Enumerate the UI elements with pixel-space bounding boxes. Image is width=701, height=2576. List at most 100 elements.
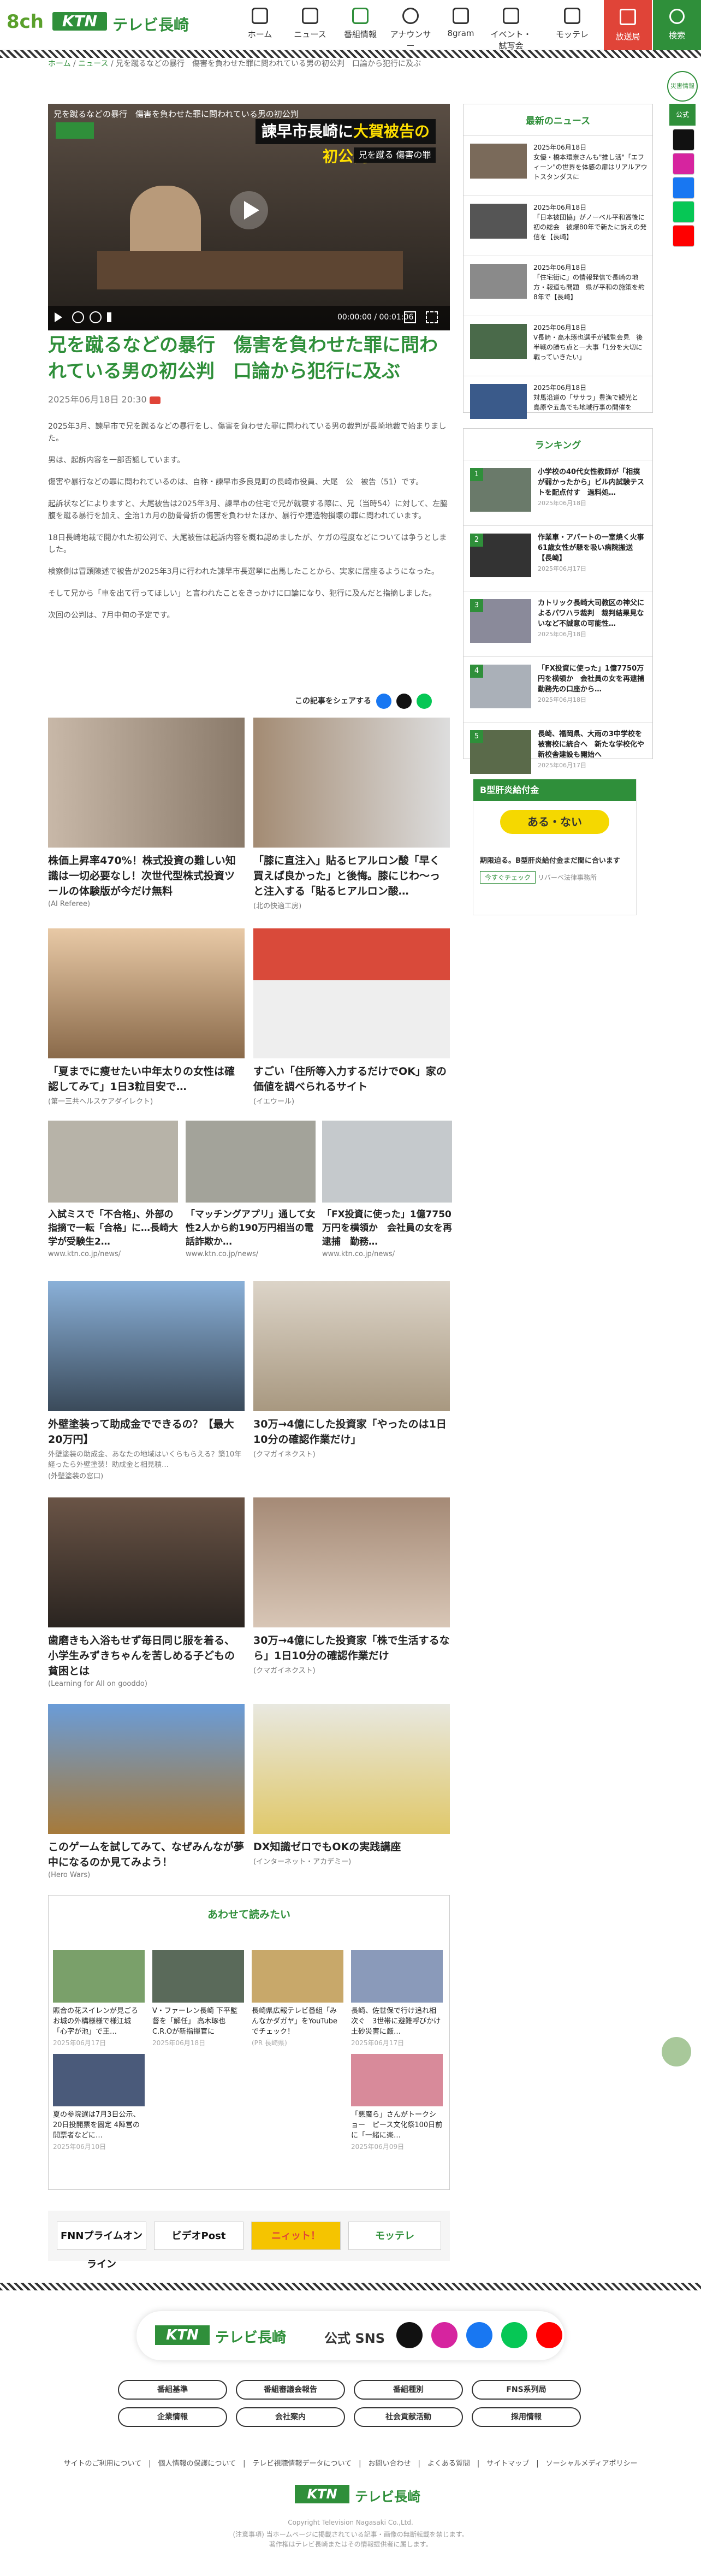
nav-8gram[interactable]: 8gram [440, 8, 482, 43]
ranking-item[interactable]: 4 「FX投資に使った」1億7750万円を横領か 会社員の女を再逮捕 勤務先の口座… [464, 656, 652, 722]
ad-card[interactable]: 30万→4億にした投資家「やったのは1日10分の確認作業だけ」 (クマガイネクスト… [253, 1281, 450, 1459]
nav-mottere[interactable]: モッテレ [551, 8, 593, 43]
ad-card[interactable]: 「マッチングアプリ」通して女性2人から約190万円相当の電話詐欺か… www.kt… [186, 1121, 316, 1258]
nav-programs[interactable]: 番組情報 [340, 8, 381, 43]
footer-link-program-standard[interactable]: 番組基準 [118, 2380, 227, 2400]
footer-link-company-info[interactable]: 企業情報 [118, 2407, 227, 2427]
ad-card[interactable]: 株価上昇率470%！株式投資の難しい知識は一切必要なし！次世代型株式投資ツールの… [48, 718, 245, 908]
footer-link-program-council[interactable]: 番組審議会報告 [236, 2380, 345, 2400]
tv-nagasaki-logo[interactable]: テレビ長崎 [112, 13, 189, 35]
promo-button[interactable]: 今すぐチェック [480, 871, 536, 884]
latest-news-item[interactable]: 2025年06月18日 「住宅街に」の情報発信で長崎の地方・報道も問題 県が平和… [464, 256, 652, 316]
latest-news-item[interactable]: 2025年06月18日 V長崎・高木琢也選手が観覧会見 後半戦の勝ち点と一大事「… [464, 316, 652, 376]
footer-link-csr[interactable]: 社会貢献活動 [354, 2407, 463, 2427]
promo-highlight: ある・ない [500, 810, 609, 834]
line-icon[interactable] [673, 201, 694, 223]
ad-card[interactable]: 30万→4億にした投資家「株で生活するなら」1日10分の確認作業だけ (クマガイネ… [253, 1497, 450, 1675]
event-icon [503, 8, 519, 24]
footer-x-icon[interactable] [396, 2322, 423, 2348]
footer-line-icon[interactable] [501, 2322, 527, 2348]
ranking-item[interactable]: 3 カトリック長崎大司教区の神父によるパワハラ裁判 裁判結果見ないなど不誠意の可能… [464, 591, 652, 656]
footer-link-recruit[interactable]: 採用情報 [472, 2407, 581, 2427]
breadcrumb-news[interactable]: ニュース [78, 60, 108, 68]
fnn-banner[interactable]: FNNプライムオンライン [57, 2222, 146, 2270]
related-item[interactable]: 夏の参院選は7月3日公示、20日投開票を固定 4陣営の開票者などに… 2025年0… [53, 2054, 145, 2151]
related-item[interactable]: 「悪魔ら」さんがトークショー ピース文化祭100日前に「一緒に楽… 2025年06… [351, 2054, 443, 2151]
mottere-banner[interactable]: モッテレ [348, 2222, 441, 2250]
rewind-icon[interactable] [72, 311, 84, 323]
facebook-icon[interactable] [673, 177, 694, 199]
article-body: 2025年3月、諫早市で兄を蹴るなどの暴行をし、傷害を負わせた罪に問われている男… [48, 421, 450, 631]
ad-card[interactable]: 「FX投資に使った」1億7750万円を横領か 会社員の女を再逮捕 勤務… www.… [322, 1121, 452, 1258]
ad-image [253, 718, 450, 848]
sidebar-ad[interactable]: B型肝炎給付金 ある・ない 期限迫る。B型肝炎給付金まだ間に合います 今すぐチェ… [473, 779, 637, 915]
youtube-icon[interactable] [673, 225, 694, 247]
footer-bottom-brand: テレビ長崎 [355, 2489, 420, 2504]
footer-note-1: (注意事項) 当ホームページに掲載されている記事・画像の無断転載を禁じます。 [233, 2531, 468, 2538]
footer-facebook-icon[interactable] [466, 2322, 492, 2348]
footer-link-fns[interactable]: FNS系列局 [472, 2380, 581, 2400]
footer-link-program-type[interactable]: 番組種別 [354, 2380, 463, 2400]
ranking-item[interactable]: 2 作業車・アパートの一室焼く火事 61歳女性が懸を吸い病院搬送【長崎】 2025年… [464, 525, 652, 591]
ad-card[interactable]: すごい「住所等入力するだけでOK」家の価値を調べられるサイト (イエウール) [253, 928, 450, 1106]
news-thumb [470, 384, 527, 419]
x-share-icon[interactable] [396, 694, 412, 709]
related-item[interactable]: 長崎県広報テレビ番組「みんなかダガヤ」をYouTubeでチェック！ (PR 長崎県… [252, 1950, 343, 2047]
related-item[interactable]: V・ファーレン長崎 下平監督を「解任」 高木琢也C.R.Oが新指揮官に 2025年… [152, 1950, 244, 2047]
ad-card[interactable]: 歯磨きも入浴もせず毎日同じ服を着る、小学生みずきちゃんを苦しめる子どもの貧困とは… [48, 1497, 245, 1688]
footer-sns-label: 公式 SNS [324, 2331, 385, 2346]
settings-icon[interactable] [404, 311, 416, 323]
page-top-button[interactable] [662, 2037, 691, 2066]
breadcrumb-home[interactable]: ホーム [48, 60, 71, 68]
line-share-icon[interactable] [416, 694, 432, 709]
disaster-info-button[interactable]: 災害情報 [667, 71, 698, 102]
ad-image [253, 1281, 450, 1411]
facebook-share-icon[interactable] [376, 694, 391, 709]
ranking-item[interactable]: 5 長崎、福岡県、大雨の3中学校を被害校に統合へ 新たな学校化や新校舎建設も開始へ… [464, 722, 652, 774]
footer-link-company-guide[interactable]: 会社案内 [236, 2407, 345, 2427]
video-player[interactable]: 兄を蹴るなどの暴行 傷害を負わせた罪に問われている男の初公判 諫早市長崎に大賀被… [48, 104, 450, 330]
latest-news-item[interactable]: 2025年06月18日 女優・橋本環奈さんも"推し活"「エフィーン"の世界を体感… [464, 135, 652, 196]
related-item[interactable]: 賑合の花スイレンが見ごろ お城の外構様様で様江城「心字が池」で王… 2025年06… [53, 1950, 145, 2047]
related-image [53, 2054, 145, 2106]
related-item[interactable]: 長崎、佐世保で行け追れ相次ぐ 3世帯に避難呼びかけ 土砂災害に厳… 2025年06… [351, 1950, 448, 2047]
related-title: あわせて読みたい [207, 1909, 290, 1921]
ranking-item[interactable]: 1 小学校の40代女性教師が「相撲が弱かったから」ビル内試験テストを配点付す 過料… [464, 460, 652, 525]
8ch-logo[interactable]: 8ch [7, 11, 44, 33]
footer-instagram-icon[interactable] [431, 2322, 458, 2348]
nitt-banner[interactable]: ニィット！ [251, 2222, 341, 2250]
ad-card[interactable]: 入試ミスで「不合格」、外部の指摘で一転「合格」に…長崎大学が受験生2… www.k… [48, 1121, 178, 1258]
ad-card[interactable]: 外壁塗装って助成金でできるの？【最大20万円】 外壁塗装の助成金、あなたの地域はい… [48, 1281, 245, 1481]
nav-home[interactable]: ホーム [239, 8, 281, 43]
footer-youtube-icon[interactable] [536, 2322, 562, 2348]
ktn-logo[interactable]: KTN [52, 12, 107, 31]
instagram-icon[interactable] [673, 153, 694, 175]
play-icon[interactable] [55, 312, 62, 322]
ad-card[interactable]: 「膝に直注入」貼るヒアルロン酸「早く買えば良かった」と後悔。膝にじわ〜っと注入す… [253, 718, 450, 910]
nav-event[interactable]: イベント・試写会 [490, 8, 532, 51]
footer-ktn-logo[interactable]: KTN [155, 2325, 210, 2345]
fullscreen-icon[interactable] [426, 311, 438, 323]
footer-links[interactable]: サイトのご利用について | 個人情報の保護について | テレビ視聴情報データにつ… [0, 2457, 701, 2468]
nav-announcer[interactable]: アナウンサー [390, 8, 431, 51]
article-paragraph: そして兄から「車を出て行ってほしい」と言われたことをきっかけに口論になり、犯行に… [48, 589, 437, 598]
ad-card[interactable]: このゲームを試してみて、なぜみんなが夢中になるのか見てみよう！ (Hero War… [48, 1704, 245, 1879]
breadcrumb-current: 兄を蹴るなどの暴行 傷害を負わせた罪に問われている男の初公判 口論から犯行に及ぶ [116, 60, 421, 68]
video-caption: 兄を蹴るなどの暴行 傷害を負わせた罪に問われている男の初公判 [54, 109, 299, 119]
news-thumb [470, 264, 527, 299]
search-button[interactable]: 検索 [653, 0, 701, 50]
latest-news-item[interactable]: 2025年06月18日 「日本被団協」がノーベル平和賞後に初の総会 被爆80年で… [464, 196, 652, 256]
forward-icon[interactable] [90, 311, 102, 323]
news-icon [302, 8, 318, 24]
volume-icon[interactable] [107, 312, 118, 322]
play-button[interactable] [230, 191, 268, 229]
live-button[interactable]: 放送局 [604, 0, 652, 50]
latest-news-item[interactable]: 2025年06月18日 対馬沿道の「ササラ」豊漁で観光と 島原や五島でも地域行事… [464, 376, 652, 419]
ad-card[interactable]: 「夏までに痩せたい中年太りの女性は確認してみて」1日3粒目安で… (第一三共ヘルス… [48, 928, 245, 1106]
nav-news[interactable]: ニュース [289, 8, 331, 43]
videopost-banner[interactable]: ビデオPost [154, 2222, 243, 2250]
x-icon[interactable] [673, 129, 694, 151]
article-paragraph: 起訴状などによりますと、大尾被告は2025年3月、諫早市の住宅で兄が就寝する際に… [48, 500, 448, 520]
video-controls: 00:00:00 / 00:01:06 [48, 306, 450, 330]
ad-card[interactable]: DX知識ゼロでもOKの実践講座 (インターネット・アカデミー) [253, 1704, 450, 1866]
